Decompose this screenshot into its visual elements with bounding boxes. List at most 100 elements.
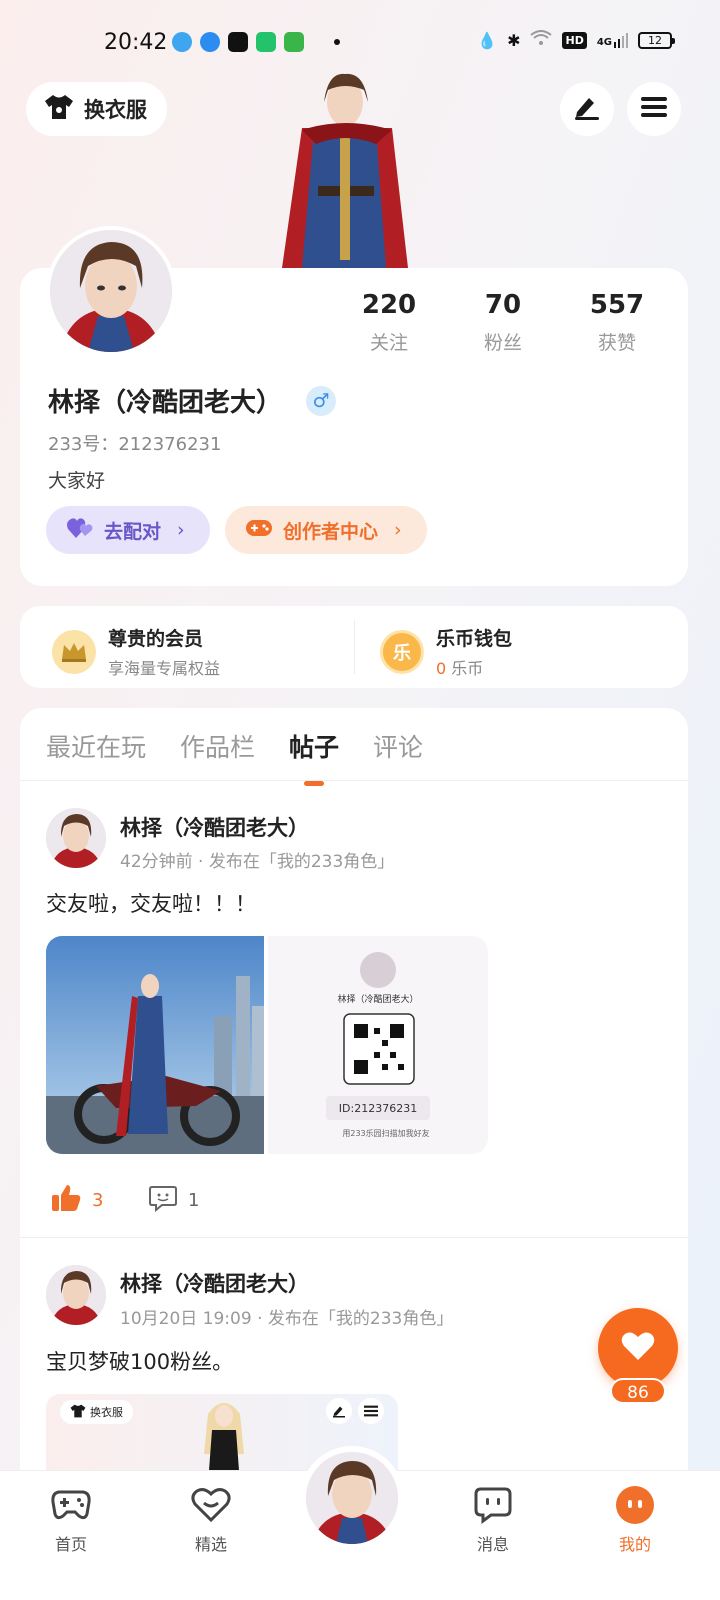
nav-me[interactable]: 我的 <box>590 1485 680 1555</box>
coin-icon: 乐 <box>380 629 424 674</box>
card-hint: 用233乐园扫描加我好友 <box>342 1128 429 1138</box>
tab-recently-played[interactable]: 最近在玩 <box>46 728 146 764</box>
preview-wardrobe-chip: 换衣服 <box>60 1400 133 1424</box>
nav-avatar <box>306 1452 398 1544</box>
like-button[interactable]: 3 <box>50 1183 103 1218</box>
stat-likes[interactable]: 557 获赞 <box>560 290 674 355</box>
wardrobe-label: 换衣服 <box>84 98 147 122</box>
shirt-icon <box>44 94 74 125</box>
post-author-avatar[interactable] <box>46 808 106 868</box>
like-count: 3 <box>92 1190 104 1211</box>
thumbs-up-icon <box>50 1183 82 1218</box>
heart-button[interactable] <box>598 1308 678 1388</box>
heart-icon <box>621 1331 655 1365</box>
divider <box>354 620 355 674</box>
hd-icon: HD <box>562 31 587 49</box>
profile-avatar[interactable] <box>46 226 176 356</box>
heart-count-badge: 86 <box>610 1378 666 1404</box>
more-dot-icon <box>334 39 340 45</box>
tab-posts[interactable]: 帖子 <box>289 728 339 786</box>
nav-home[interactable]: 首页 <box>26 1485 116 1555</box>
browser-icon <box>200 32 220 52</box>
post-author-name[interactable]: 林择（冷酷团老大） <box>120 1268 309 1298</box>
status-time: 20:42 <box>104 30 168 55</box>
divider <box>20 1237 688 1238</box>
creator-center-button[interactable]: 创作者中心 › <box>225 506 427 554</box>
video-icon <box>256 32 276 52</box>
pen-icon <box>573 94 601 124</box>
stat-following[interactable]: 220 关注 <box>332 290 446 355</box>
notification-icons <box>172 32 340 52</box>
menu-icon <box>358 1398 384 1424</box>
status-indicators: 💧 ✱ HD 4G 12 <box>477 30 675 50</box>
post-topic[interactable]: 发布在「我的233角色」 <box>209 852 394 872</box>
male-gender-icon: ♂ <box>306 385 337 416</box>
wardrobe-button[interactable]: 换衣服 <box>26 82 167 136</box>
bluetooth-icon: ✱ <box>507 30 521 50</box>
battery-icon: 12 <box>638 31 675 49</box>
content-tabs: 最近在玩 作品栏 帖子 评论 <box>46 728 423 786</box>
card-name: 林择（冷酷团老大） <box>337 993 418 1005</box>
vip-subtitle: 享海量专属权益 <box>108 659 221 678</box>
crown-icon <box>52 629 96 674</box>
chevron-right-icon: › <box>394 519 402 541</box>
qq-icon <box>172 32 192 52</box>
comment-count: 1 <box>188 1190 200 1211</box>
divider <box>20 780 688 781</box>
nav-featured[interactable]: 精选 <box>166 1485 256 1555</box>
signal-icon: 4G <box>597 32 628 48</box>
tab-works[interactable]: 作品栏 <box>180 728 255 764</box>
wallet-title: 乐币钱包 <box>436 628 513 650</box>
nav-featured-label: 精选 <box>194 1535 227 1554</box>
user-name: 林择（冷酷团老大） <box>48 388 283 418</box>
wallet-entry[interactable]: 乐 乐币钱包 0 乐币 <box>380 624 512 679</box>
app-icon <box>228 32 248 52</box>
android-icon <box>284 32 304 52</box>
water-icon: 💧 <box>477 30 498 50</box>
vip-title: 尊贵的会员 <box>108 628 204 650</box>
card-id: ID:212376231 <box>339 1102 417 1115</box>
user-id[interactable]: 233号：212376231 <box>48 430 221 456</box>
post-text: 宝贝梦破100粉丝。 <box>46 1350 234 1374</box>
post-meta: 10月20日 19:09 · 发布在「我的233角色」 <box>120 1304 453 1329</box>
nav-messages[interactable]: 消息 <box>448 1485 538 1555</box>
profile-stats: 220 关注 70 粉丝 557 获赞 <box>332 290 674 355</box>
menu-button[interactable] <box>627 82 681 136</box>
wifi-icon <box>530 30 553 50</box>
meta-separator: · <box>257 1309 268 1329</box>
menu-icon <box>641 96 667 122</box>
edit-profile-button[interactable] <box>560 82 614 136</box>
creator-center-label: 创作者中心 <box>283 520 379 543</box>
comment-icon <box>148 1183 178 1218</box>
match-button[interactable]: 去配对 › <box>46 506 210 554</box>
nav-avatar-button[interactable] <box>300 1446 404 1550</box>
vip-membership-entry[interactable]: 尊贵的会员 享海量专属权益 <box>52 624 220 679</box>
post-meta: 42分钟前 · 发布在「我的233角色」 <box>120 847 394 872</box>
hearts-icon <box>66 516 94 545</box>
post-text: 交友啦，交友啦！！！ <box>46 892 256 916</box>
heart-outline-icon <box>191 1485 231 1525</box>
post-image[interactable]: 林择（冷酷团老大） ID:212376231 用233乐园扫描加我好友 <box>46 936 488 1154</box>
user-bio: 大家好 <box>48 470 106 492</box>
comment-button[interactable]: 1 <box>148 1183 199 1218</box>
post-author-avatar[interactable] <box>46 1265 106 1325</box>
post-topic[interactable]: 发布在「我的233角色」 <box>268 1309 453 1329</box>
message-icon <box>473 1485 513 1525</box>
face-icon <box>615 1485 655 1525</box>
avatar-character[interactable] <box>272 68 418 268</box>
chevron-right-icon: › <box>177 519 185 541</box>
meta-separator: · <box>198 852 209 872</box>
tab-comments[interactable]: 评论 <box>373 728 423 764</box>
gamepad-icon <box>245 517 273 544</box>
stat-followers[interactable]: 70 粉丝 <box>446 290 560 355</box>
post-time: 10月20日 19:09 <box>120 1309 252 1329</box>
gamepad-icon <box>51 1485 91 1525</box>
post-author-name[interactable]: 林择（冷酷团老大） <box>120 812 309 842</box>
nav-home-label: 首页 <box>54 1535 87 1554</box>
membership-card: 尊贵的会员 享海量专属权益 乐 乐币钱包 0 乐币 <box>20 606 688 688</box>
nav-me-label: 我的 <box>618 1535 651 1554</box>
wallet-balance: 0 乐币 <box>436 659 484 678</box>
pen-icon <box>326 1398 352 1424</box>
nav-messages-label: 消息 <box>476 1535 509 1554</box>
shirt-icon <box>70 1404 86 1421</box>
